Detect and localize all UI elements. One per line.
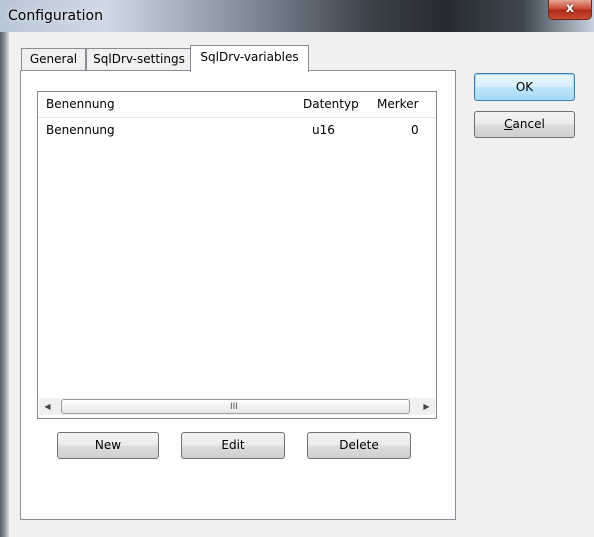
cancel-button[interactable]: Cancel xyxy=(474,111,575,138)
window-frame-left xyxy=(0,32,9,537)
column-header-benennung[interactable]: Benennung xyxy=(46,92,115,117)
horizontal-scrollbar[interactable]: ◀ III ▶ xyxy=(39,398,435,415)
variables-list[interactable]: Benennung Datentyp Merker Benennung u16 … xyxy=(37,91,437,419)
list-header: Benennung Datentyp Merker xyxy=(38,92,436,118)
cancel-button-mnemonic: C xyxy=(504,117,513,131)
tab-sqldrv-settings-label: SqlDrv-settings xyxy=(93,52,185,66)
delete-button[interactable]: Delete xyxy=(307,432,411,459)
cell-datentyp: u16 xyxy=(312,123,335,137)
tab-sqldrv-variables-label: SqlDrv-variables xyxy=(200,50,299,64)
tab-sqldrv-settings[interactable]: SqlDrv-settings xyxy=(86,48,192,70)
cancel-button-label: ancel xyxy=(512,117,545,131)
cell-merker: 0 xyxy=(411,123,419,137)
title-bar[interactable]: Configuration x xyxy=(0,0,594,32)
new-button[interactable]: New xyxy=(57,432,159,459)
column-header-merker[interactable]: Merker xyxy=(377,92,419,117)
cell-benennung: Benennung xyxy=(46,123,115,137)
configuration-dialog: Configuration x General SqlDrv-settings … xyxy=(0,0,594,537)
ok-button[interactable]: OK xyxy=(474,73,575,101)
column-header-datentyp[interactable]: Datentyp xyxy=(303,92,359,117)
delete-button-label: Delete xyxy=(339,438,379,452)
tab-sqldrv-variables[interactable]: SqlDrv-variables xyxy=(190,45,309,72)
tab-general-label: General xyxy=(29,52,78,66)
scroll-right-icon[interactable]: ▶ xyxy=(418,398,435,415)
scrollbar-thumb[interactable]: III xyxy=(61,399,410,414)
window-title: Configuration xyxy=(8,8,103,24)
tab-panel-sqldrv-variables: Benennung Datentyp Merker Benennung u16 … xyxy=(20,70,456,520)
scrollbar-grip-icon: III xyxy=(230,402,238,412)
list-item[interactable]: Benennung u16 0 xyxy=(38,118,436,142)
close-icon: x xyxy=(565,1,575,16)
new-button-label: New xyxy=(94,438,122,452)
close-button[interactable]: x xyxy=(548,0,592,20)
edit-button-label: Edit xyxy=(221,438,245,452)
scroll-left-icon[interactable]: ◀ xyxy=(39,398,56,415)
tab-general[interactable]: General xyxy=(21,48,86,70)
edit-button[interactable]: Edit xyxy=(181,432,285,459)
ok-button-label: OK xyxy=(515,80,534,94)
